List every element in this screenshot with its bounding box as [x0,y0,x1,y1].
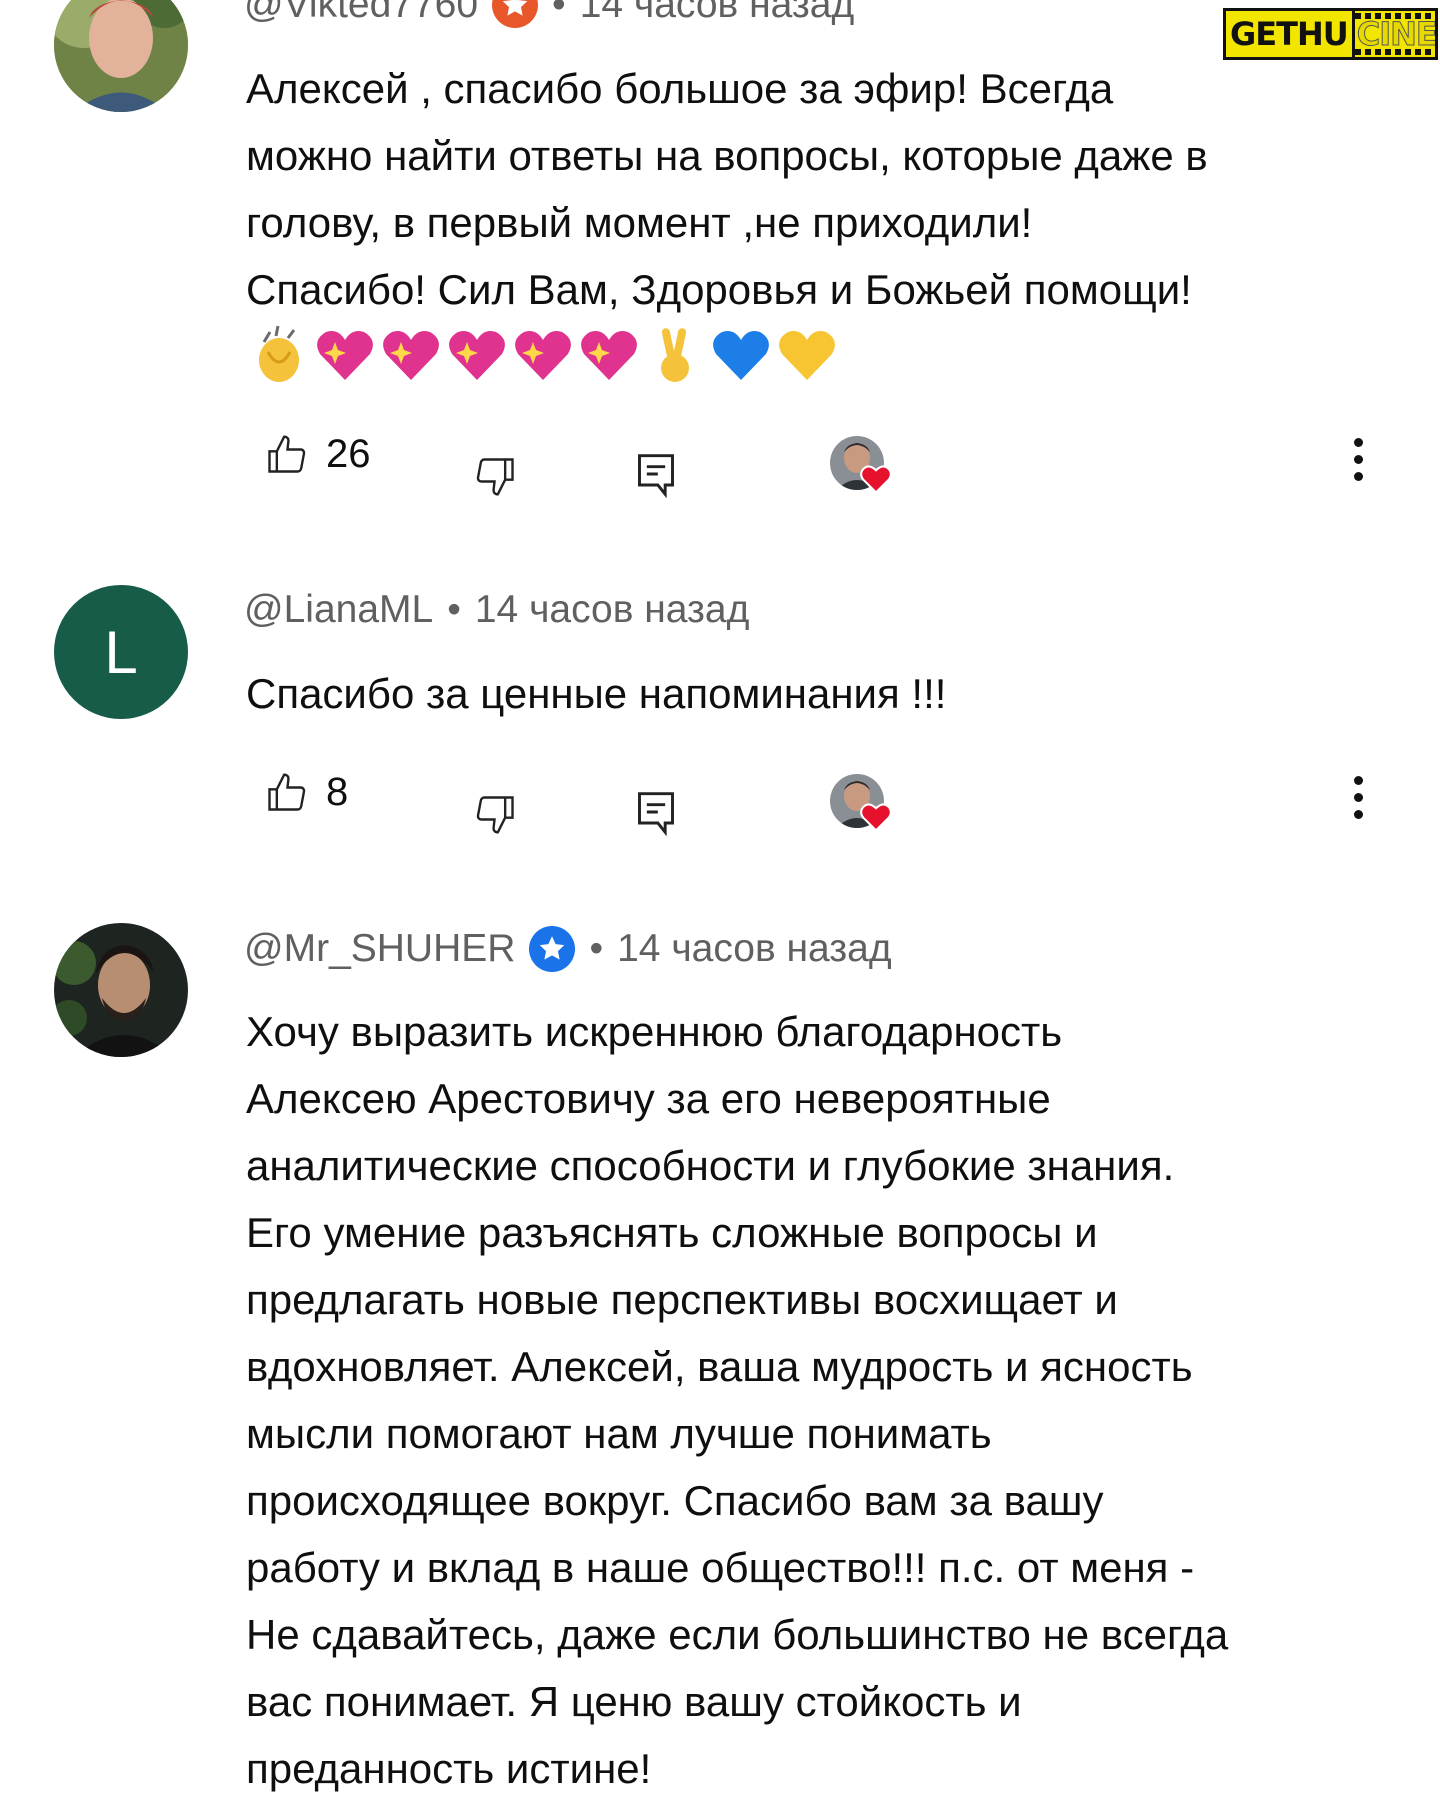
comment-text: Спасибо за ценные напоминания !!! [246,670,947,717]
watermark-logo: GETHU CINEMA [1223,8,1438,60]
verified-star-icon [529,926,576,972]
avatar[interactable] [54,0,188,112]
comment-time[interactable]: 14 часов назад [475,588,750,632]
comment-text: Хочу выразить искреннюю благодарность Ал… [246,1008,1229,1792]
dislike-icon [476,458,514,496]
reply-icon [638,792,674,836]
like-button[interactable]: 8 [264,770,348,815]
more-vert-icon[interactable] [1346,772,1370,823]
author-name[interactable]: @LianaML [244,588,433,632]
comment-actions: 26 [0,420,1440,500]
yellow-heart-icon [779,331,835,380]
creator-heart-icon [830,436,900,506]
verified-star-icon [492,0,539,28]
dislike-button[interactable] [474,792,518,836]
dislike-icon [476,796,514,834]
watermark-right: CINEMA [1354,11,1435,57]
comment-time[interactable]: 14 часов назад [580,0,855,27]
like-count: 8 [326,770,349,814]
sparkling-heart-icon [317,331,373,380]
victory-hand-icon [661,328,689,382]
like-icon [268,772,306,811]
reply-icon [638,454,674,498]
avatar[interactable]: L [54,585,188,719]
creator-heart-icon [830,774,900,844]
meta-separator: • [552,0,566,26]
comment-actions: 8 [0,758,1440,838]
avatar[interactable] [54,923,188,1057]
reply-button[interactable] [634,450,678,498]
comment-text: Алексей , спасибо большое за эфир! Всегд… [246,65,1208,313]
sparkling-heart-icon [581,331,637,380]
comment-meta: @LianaML • 14 часов назад [244,588,749,632]
sparkling-heart-icon [383,331,439,380]
meta-separator: • [589,927,604,970]
like-count: 26 [326,432,371,476]
more-vert-icon[interactable] [1346,434,1370,485]
like-icon [268,434,306,473]
meta-separator: • [447,588,461,631]
dislike-button[interactable] [474,454,518,498]
sparkling-heart-icon [449,331,505,380]
author-name[interactable]: @Mr_SHUHER [244,927,515,971]
clapping-hands-icon [259,325,299,382]
comment-meta: @Mr_SHUHER • 14 часов назад [244,926,892,972]
comment-meta: @Vikted7760 • 14 часов назад [244,0,854,28]
emoji-row [246,322,840,388]
watermark-left: GETHU [1226,11,1352,57]
comment-time[interactable]: 14 часов назад [617,927,892,971]
reply-button[interactable] [634,788,678,836]
author-name[interactable]: @Vikted7760 [244,0,478,27]
like-button[interactable]: 26 [264,432,371,477]
blue-heart-icon [713,331,769,380]
sparkling-heart-icon [515,331,571,380]
